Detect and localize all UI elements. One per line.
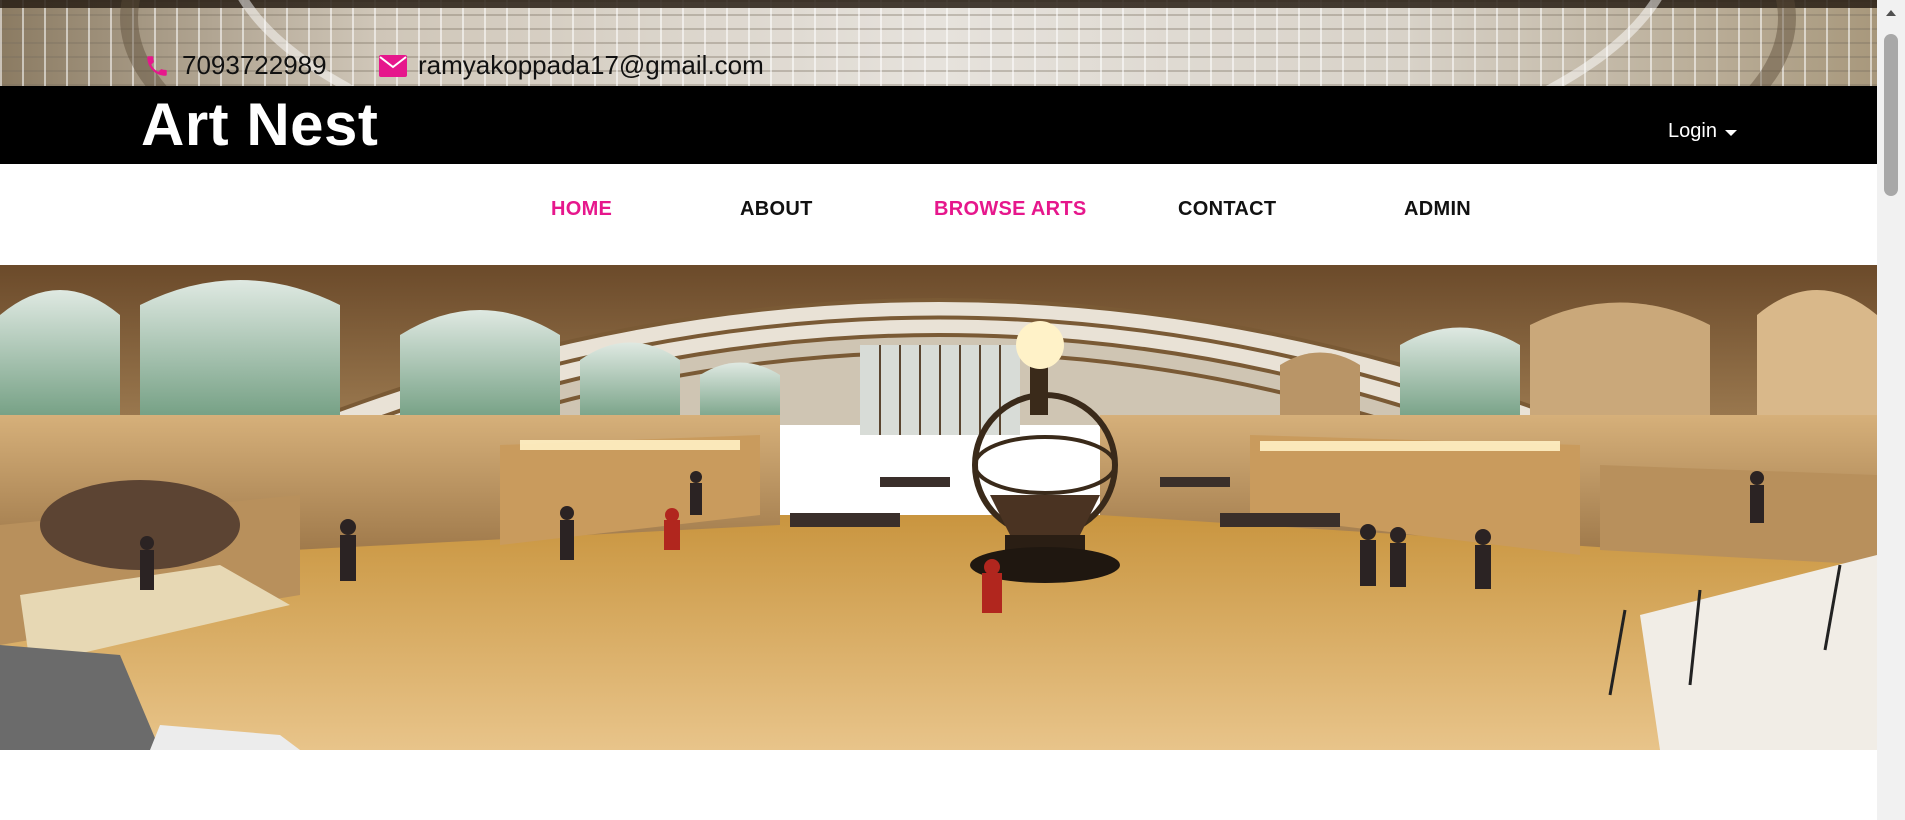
nav-contact[interactable]: CONTACT bbox=[1178, 198, 1276, 221]
nav-admin[interactable]: ADMIN bbox=[1404, 198, 1471, 221]
hero-banner-image bbox=[0, 265, 1877, 750]
top-contact-bar: 7093722989 ramyakoppada17@gmail.com bbox=[0, 0, 1877, 86]
main-navigation: HOME ABOUT BROWSE ARTS CONTACT ADMIN bbox=[0, 164, 1877, 264]
scroll-thumb[interactable] bbox=[1884, 34, 1898, 196]
site-logo-title[interactable]: Art Nest bbox=[141, 90, 378, 160]
login-label: Login bbox=[1668, 120, 1717, 142]
envelope-icon bbox=[378, 51, 408, 81]
phone-icon bbox=[142, 51, 172, 81]
page-scrollbar[interactable] bbox=[1877, 0, 1905, 820]
email-address: ramyakoppada17@gmail.com bbox=[418, 50, 764, 80]
login-dropdown[interactable]: Login bbox=[1668, 120, 1737, 143]
nav-about[interactable]: ABOUT bbox=[740, 198, 813, 221]
brand-bar: Art Nest Login bbox=[0, 86, 1877, 164]
contact-phone[interactable]: 7093722989 bbox=[142, 50, 327, 81]
nav-home[interactable]: HOME bbox=[551, 198, 612, 221]
contact-email[interactable]: ramyakoppada17@gmail.com bbox=[378, 50, 764, 81]
chevron-down-icon bbox=[1724, 129, 1737, 136]
nav-browse-arts[interactable]: BROWSE ARTS bbox=[934, 198, 1087, 221]
phone-number: 7093722989 bbox=[182, 50, 327, 80]
scroll-up-arrow-icon[interactable] bbox=[1886, 10, 1896, 16]
